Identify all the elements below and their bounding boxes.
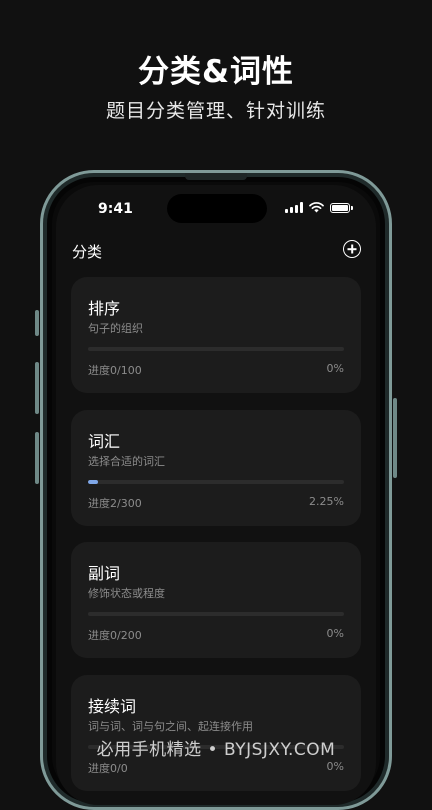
- category-desc: 句子的组织: [88, 322, 143, 335]
- phone-power-button: [393, 398, 397, 478]
- battery-icon: [330, 202, 353, 213]
- promo-title: 分类&词性: [137, 54, 295, 90]
- progress-label: 进度0/200: [88, 629, 142, 642]
- category-card-conjunction[interactable]: 接续词 词与词、词与句之间、起连接作用 进度0/0 0%: [71, 675, 361, 791]
- category-title: 排序: [88, 299, 121, 318]
- category-title: 接续词: [88, 697, 137, 716]
- header-title: 分类: [72, 243, 103, 261]
- signal-icon: [285, 202, 303, 213]
- progress-bar: [88, 480, 344, 484]
- wifi-icon: [309, 202, 324, 213]
- category-card-vocabulary[interactable]: 词汇 选择合适的词汇 进度2/300 2.25%: [71, 410, 361, 526]
- progress-label: 进度2/300: [88, 497, 142, 510]
- progress-bar: [88, 612, 344, 616]
- progress-percent: 0%: [326, 362, 344, 375]
- category-card-sort[interactable]: 排序 句子的组织 进度0/100 0%: [71, 277, 361, 393]
- progress-label: 进度0/0: [88, 762, 128, 775]
- category-desc: 修饰状态或程度: [88, 587, 165, 600]
- phone-silent-switch: [35, 310, 39, 336]
- progress-bar: [88, 347, 344, 351]
- app-header: 分类: [56, 237, 376, 267]
- category-title: 副词: [88, 564, 121, 583]
- status-time: 9:41: [98, 201, 133, 217]
- category-desc: 词与词、词与句之间、起连接作用: [88, 720, 253, 733]
- phone-volume-down: [35, 432, 39, 484]
- category-desc: 选择合适的词汇: [88, 455, 165, 468]
- dynamic-island: [167, 194, 267, 223]
- progress-percent: 2.25%: [309, 495, 344, 508]
- progress-fill: [88, 480, 99, 484]
- category-card-adverb[interactable]: 副词 修饰状态或程度 进度0/200 0%: [71, 542, 361, 658]
- phone-screen: 9:41 分类 排序 句子的组织 进度0/100 0% 词汇 选择合适的词汇 进…: [56, 185, 376, 805]
- progress-percent: 0%: [326, 760, 344, 773]
- phone-volume-up: [35, 362, 39, 414]
- plus-circle-icon[interactable]: [343, 240, 361, 258]
- status-bar: 9:41: [56, 185, 376, 231]
- watermark: 必用手机精选 • BYJSJXY.COM: [96, 740, 336, 760]
- status-icons: [285, 202, 353, 213]
- promo-subtitle: 题目分类管理、针对训练: [105, 100, 326, 122]
- phone-speaker-slot: [185, 173, 247, 180]
- progress-label: 进度0/100: [88, 364, 142, 377]
- category-title: 词汇: [88, 432, 121, 451]
- progress-percent: 0%: [326, 627, 344, 640]
